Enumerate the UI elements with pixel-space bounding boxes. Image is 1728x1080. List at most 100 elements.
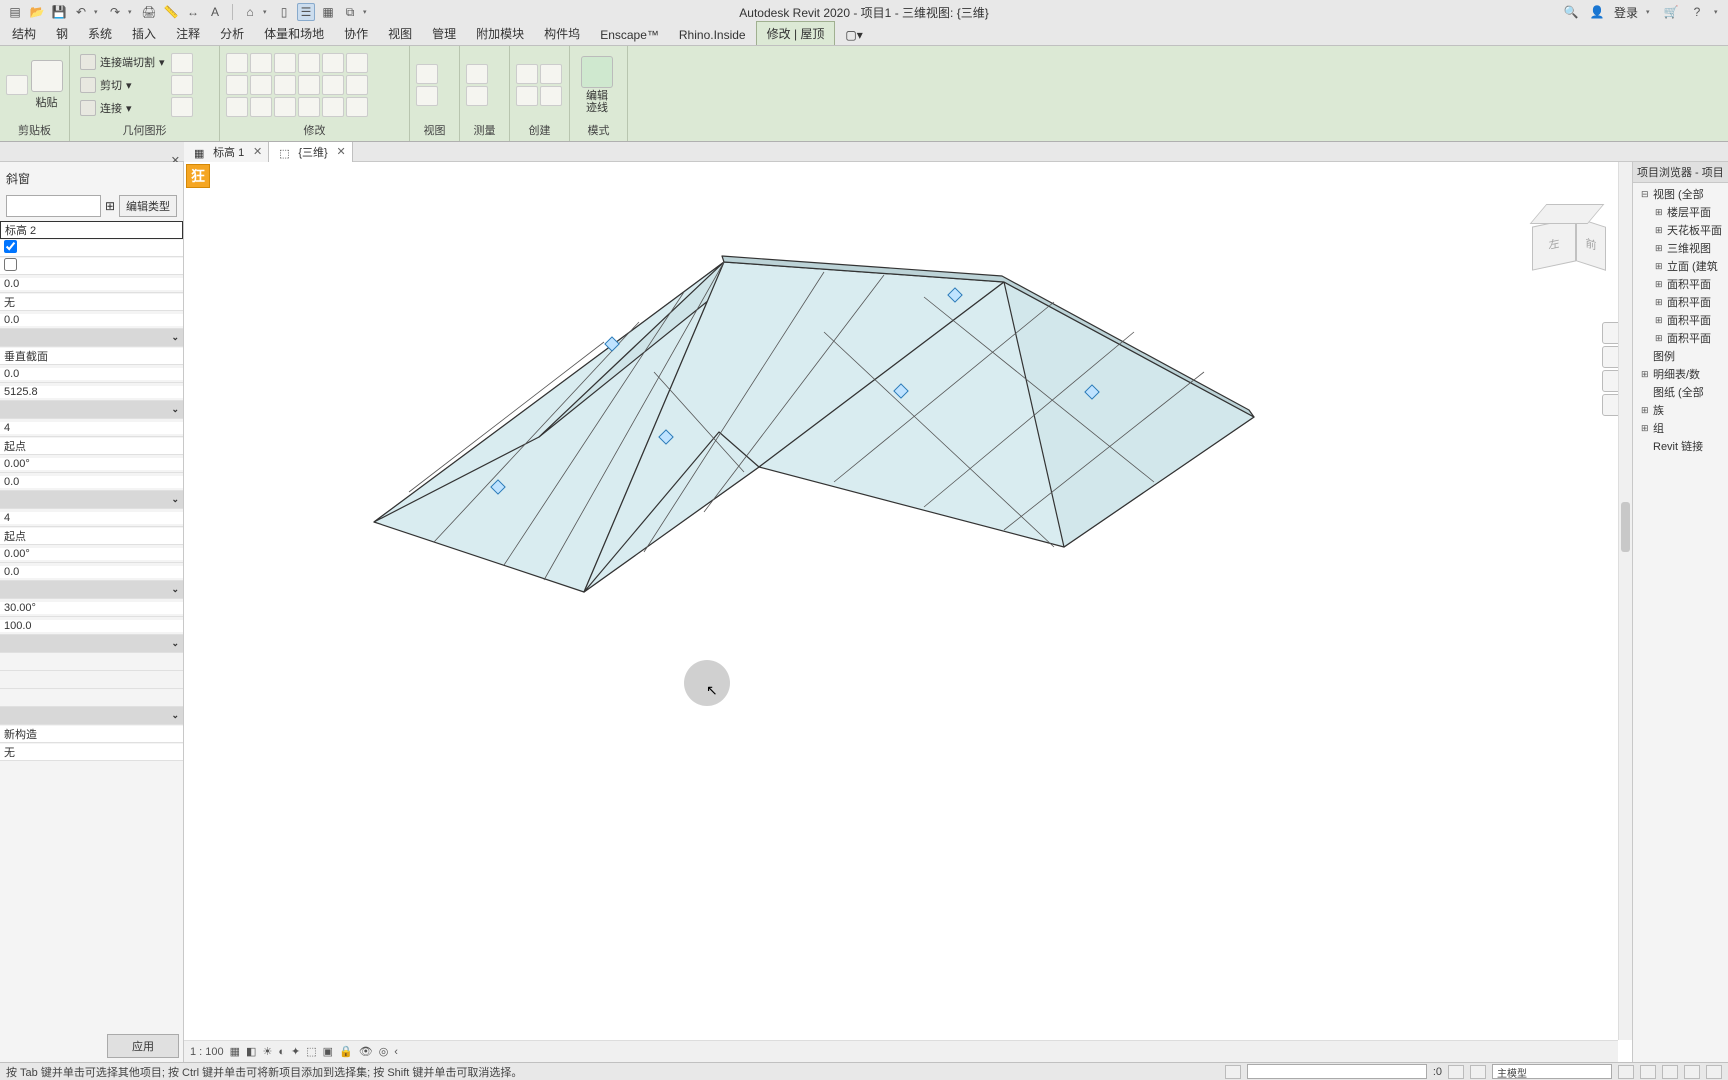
edit-type-button[interactable]: 编辑类型	[119, 195, 177, 217]
ribbon-tab-13[interactable]: Rhino.Inside	[669, 25, 756, 45]
create-b-icon[interactable]	[516, 86, 538, 106]
property-row[interactable]: 标高 2	[0, 221, 183, 239]
tree-node[interactable]: ⊞立面 (建筑	[1633, 257, 1728, 275]
property-row[interactable]: 100.0	[0, 617, 183, 635]
property-row[interactable]: 4	[0, 509, 183, 527]
render-icon[interactable]: ✦	[291, 1045, 300, 1058]
mod-a-icon[interactable]	[322, 53, 344, 73]
property-row[interactable]: 5125.8	[0, 383, 183, 401]
property-value[interactable]: 无	[0, 294, 183, 310]
tree-expander-icon[interactable]: ⊟	[1641, 189, 1651, 200]
ribbon-tab-14[interactable]: 修改 | 屋顶	[756, 21, 836, 45]
cut-button[interactable]: 剪切 ▾	[76, 75, 169, 95]
create-c-icon[interactable]	[540, 64, 562, 84]
vertical-scrollbar[interactable]	[1618, 162, 1632, 1040]
property-row[interactable]: 0.0	[0, 365, 183, 383]
delete-icon[interactable]	[298, 97, 320, 117]
tree-expander-icon[interactable]: ⊞	[1655, 279, 1665, 290]
property-value[interactable]: 0.0	[0, 314, 183, 326]
edit-footprint-button[interactable]: 编辑 迹线	[576, 50, 618, 120]
crop-icon[interactable]: ⬚	[306, 1045, 316, 1058]
property-value[interactable]: 垂直截面	[0, 348, 183, 364]
status-icon-c[interactable]	[1470, 1065, 1486, 1079]
temp-hide-icon[interactable]: 👁	[359, 1045, 373, 1058]
section-icon[interactable]: ▯	[275, 3, 293, 21]
tree-node[interactable]: ⊟视图 (全部	[1633, 185, 1728, 203]
property-row[interactable]: ⌄	[0, 581, 183, 599]
ribbon-tab-7[interactable]: 协作	[334, 22, 378, 45]
mod-d-icon[interactable]	[346, 53, 368, 73]
ribbon-tab-6[interactable]: 体量和场地	[254, 22, 334, 45]
workset-combo[interactable]: 主模型	[1492, 1064, 1612, 1079]
3d-drop[interactable]: ▾	[263, 8, 271, 16]
paste-button[interactable]: 粘贴	[30, 50, 63, 120]
property-row[interactable]: 起点	[0, 527, 183, 545]
view-a-icon[interactable]	[416, 64, 438, 84]
tree-node[interactable]: ⊞面积平面	[1633, 329, 1728, 347]
detail-icon[interactable]: ▦	[230, 1045, 240, 1058]
crop-show-icon[interactable]: ▣	[323, 1045, 333, 1058]
status-icon-a[interactable]	[1225, 1065, 1241, 1079]
mod-b-icon[interactable]	[322, 75, 344, 95]
property-row[interactable]	[0, 689, 183, 707]
selection-filter-combo[interactable]	[1247, 1064, 1427, 1079]
tree-node[interactable]: 图例	[1633, 347, 1728, 365]
ribbon-tab-2[interactable]: 系统	[78, 22, 122, 45]
property-value[interactable]: 无	[0, 744, 183, 760]
copy-icon[interactable]	[250, 53, 272, 73]
tree-node[interactable]: ⊞三维视图	[1633, 239, 1728, 257]
property-row[interactable]	[0, 257, 183, 275]
thin-lines-icon[interactable]: ☰	[297, 3, 315, 21]
mod-f-icon[interactable]	[346, 97, 368, 117]
property-row[interactable]: 无	[0, 293, 183, 311]
sun-icon[interactable]: ☀	[262, 1045, 272, 1058]
property-value[interactable]: 0.00°	[0, 548, 183, 560]
tree-expander-icon[interactable]: ⊞	[1655, 333, 1665, 344]
win-drop[interactable]: ▾	[363, 8, 371, 16]
undo-drop[interactable]: ▾	[94, 8, 102, 16]
measure-b-icon[interactable]	[466, 86, 488, 106]
status-icon-g[interactable]	[1684, 1065, 1700, 1079]
tree-expander-icon[interactable]: ⊞	[1641, 369, 1651, 380]
property-row[interactable]: ⌄	[0, 491, 183, 509]
switch-win-icon[interactable]: ⧉	[341, 3, 359, 21]
dim-icon[interactable]: ↔	[184, 3, 202, 21]
property-row[interactable]: 30.00°	[0, 599, 183, 617]
property-row[interactable]: 0.00°	[0, 545, 183, 563]
property-row[interactable]: 4	[0, 419, 183, 437]
status-icon-d[interactable]	[1618, 1065, 1634, 1079]
tree-expander-icon[interactable]: ⊞	[1641, 405, 1651, 416]
geo-b-icon[interactable]	[171, 75, 193, 95]
property-row[interactable]: ⌄	[0, 707, 183, 725]
save-icon[interactable]: 💾	[50, 3, 68, 21]
property-row[interactable]: 0.0	[0, 311, 183, 329]
mod-c-icon[interactable]	[322, 97, 344, 117]
tree-expander-icon[interactable]: ⊞	[1655, 261, 1665, 272]
scale-icon[interactable]	[298, 53, 320, 73]
ribbon-tab-8[interactable]: 视图	[378, 22, 422, 45]
ribbon-tab-5[interactable]: 分析	[210, 22, 254, 45]
join-button[interactable]: 连接 ▾	[76, 98, 169, 118]
shadow-icon[interactable]: ◐	[278, 1046, 285, 1058]
cart-icon[interactable]: 🛒	[1662, 3, 1680, 21]
status-icon-h[interactable]	[1706, 1065, 1722, 1079]
property-value[interactable]: 0.00°	[0, 458, 183, 470]
property-value[interactable]: 标高 2	[0, 221, 183, 239]
viewcube[interactable]: 左 前	[1502, 202, 1612, 312]
close-panel-icon[interactable]: ▦	[319, 3, 337, 21]
undo-icon[interactable]: ↶	[72, 3, 90, 21]
property-row[interactable]: ⌄	[0, 401, 183, 419]
property-value[interactable]: 0.0	[0, 476, 183, 488]
tree-node[interactable]: ⊞组	[1633, 419, 1728, 437]
login-label[interactable]: 登录	[1614, 4, 1638, 21]
property-row[interactable]	[0, 671, 183, 689]
tree-expander-icon[interactable]: ⊞	[1655, 315, 1665, 326]
trim-icon[interactable]	[274, 53, 296, 73]
ribbon-tab-10[interactable]: 附加模块	[466, 22, 534, 45]
geo-a-icon[interactable]	[171, 53, 193, 73]
property-row[interactable]: 0.0	[0, 563, 183, 581]
redo-drop[interactable]: ▾	[128, 8, 136, 16]
tree-expander-icon[interactable]: ⊞	[1655, 207, 1665, 218]
offset-icon[interactable]	[226, 97, 248, 117]
redo-icon[interactable]: ↷	[106, 3, 124, 21]
